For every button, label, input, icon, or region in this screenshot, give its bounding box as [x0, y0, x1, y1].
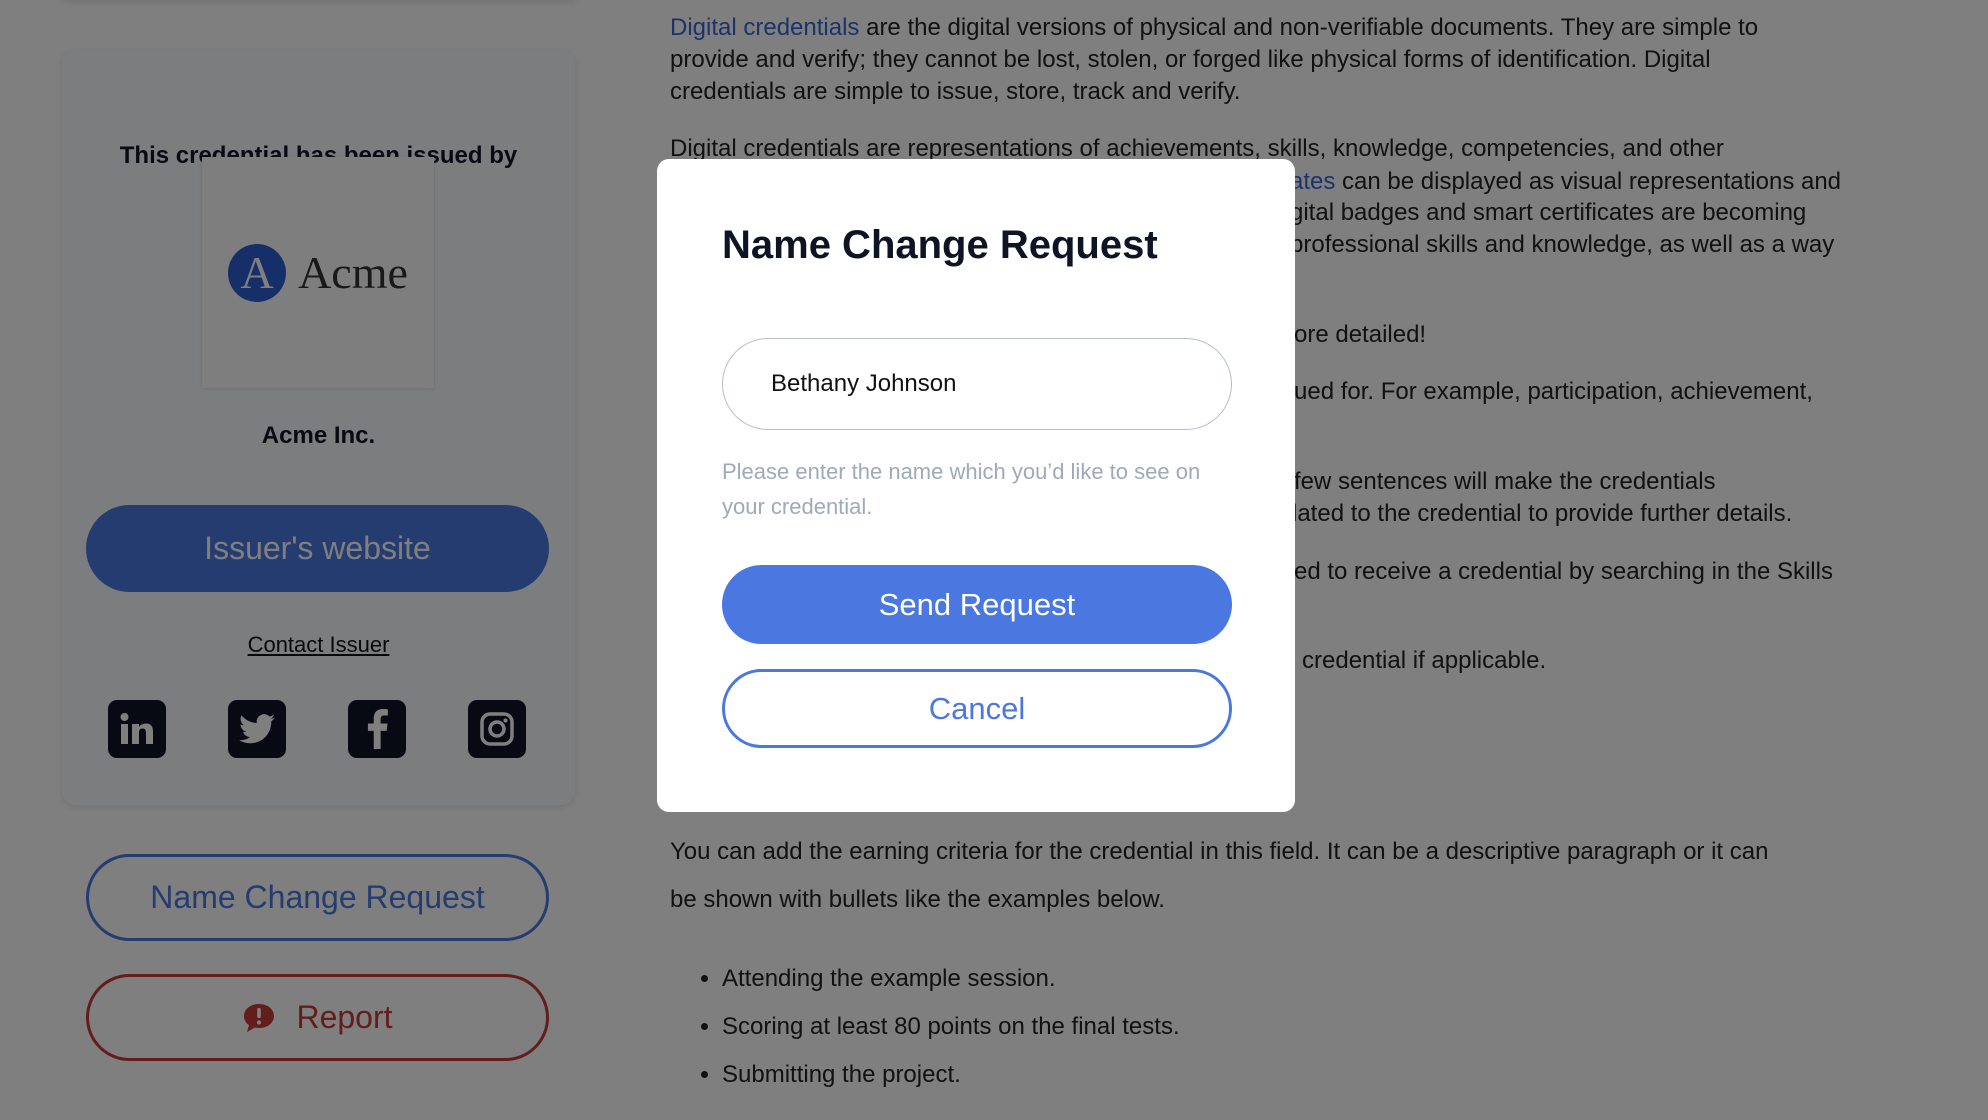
helper-text: Please enter the name which you’d like t… — [722, 459, 1201, 519]
send-request-button[interactable]: Send Request — [722, 565, 1232, 644]
name-input[interactable] — [722, 338, 1232, 430]
dialog-title: Name Change Request — [722, 223, 1158, 267]
cancel-button[interactable]: Cancel — [722, 669, 1232, 748]
name-change-dialog: Name Change Request Please enter the nam… — [657, 159, 1295, 812]
